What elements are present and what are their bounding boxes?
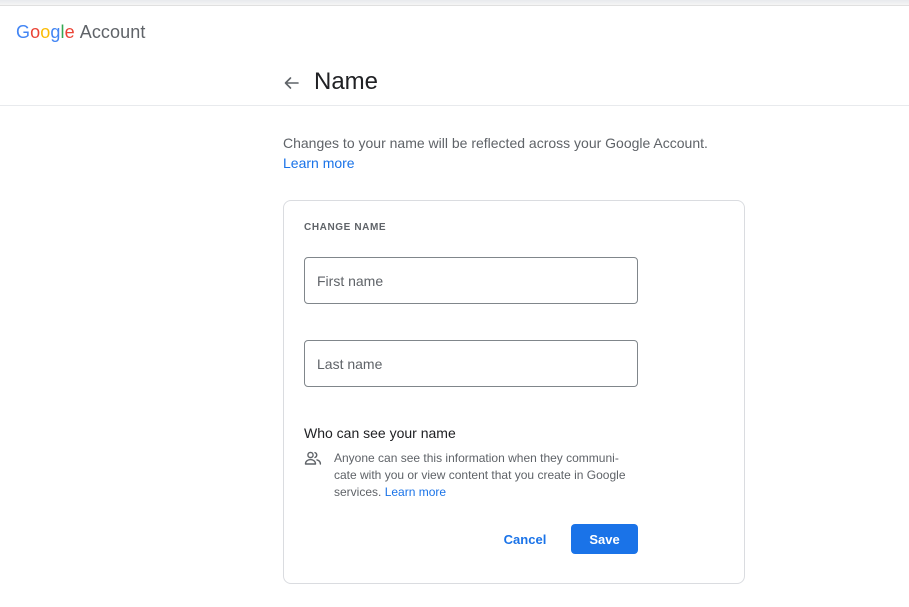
arrow-back-icon [284,77,299,89]
card-heading: CHANGE NAME [304,222,387,233]
intro-text: Changes to your name will be reflected a… [283,133,743,173]
logo-letter-e: e [64,22,75,42]
visibility-title: Who can see your name [304,425,456,441]
cancel-button[interactable]: Cancel [494,524,556,554]
first-name-input[interactable] [305,258,637,303]
save-button[interactable]: Save [571,524,638,554]
last-name-input[interactable] [305,341,637,386]
google-account-logo[interactable]: Google Account [16,22,145,43]
browser-top-strip [0,0,909,6]
change-name-card: CHANGE NAME Who can see your name Anyone… [283,200,745,584]
logo-letter-g: G [16,22,31,42]
header-divider [0,105,909,106]
intro-description: Changes to your name will be reflected a… [283,135,708,151]
people-icon [304,451,322,465]
intro-learn-more-link[interactable]: Learn more [283,155,355,171]
logo-letter-o2: o [40,22,51,42]
back-button[interactable] [279,71,303,95]
visibility-learn-more-link[interactable]: Learn more [385,485,446,499]
visibility-description-text: Anyone can see this information when the… [334,451,626,499]
logo-product-name: Account [79,22,146,42]
first-name-field[interactable] [304,257,638,304]
visibility-description: Anyone can see this information when the… [334,450,634,501]
page-title: Name [314,68,379,95]
last-name-field[interactable] [304,340,638,387]
logo-letter-o1: o [30,22,41,42]
logo-letter-g2: g [50,22,61,42]
